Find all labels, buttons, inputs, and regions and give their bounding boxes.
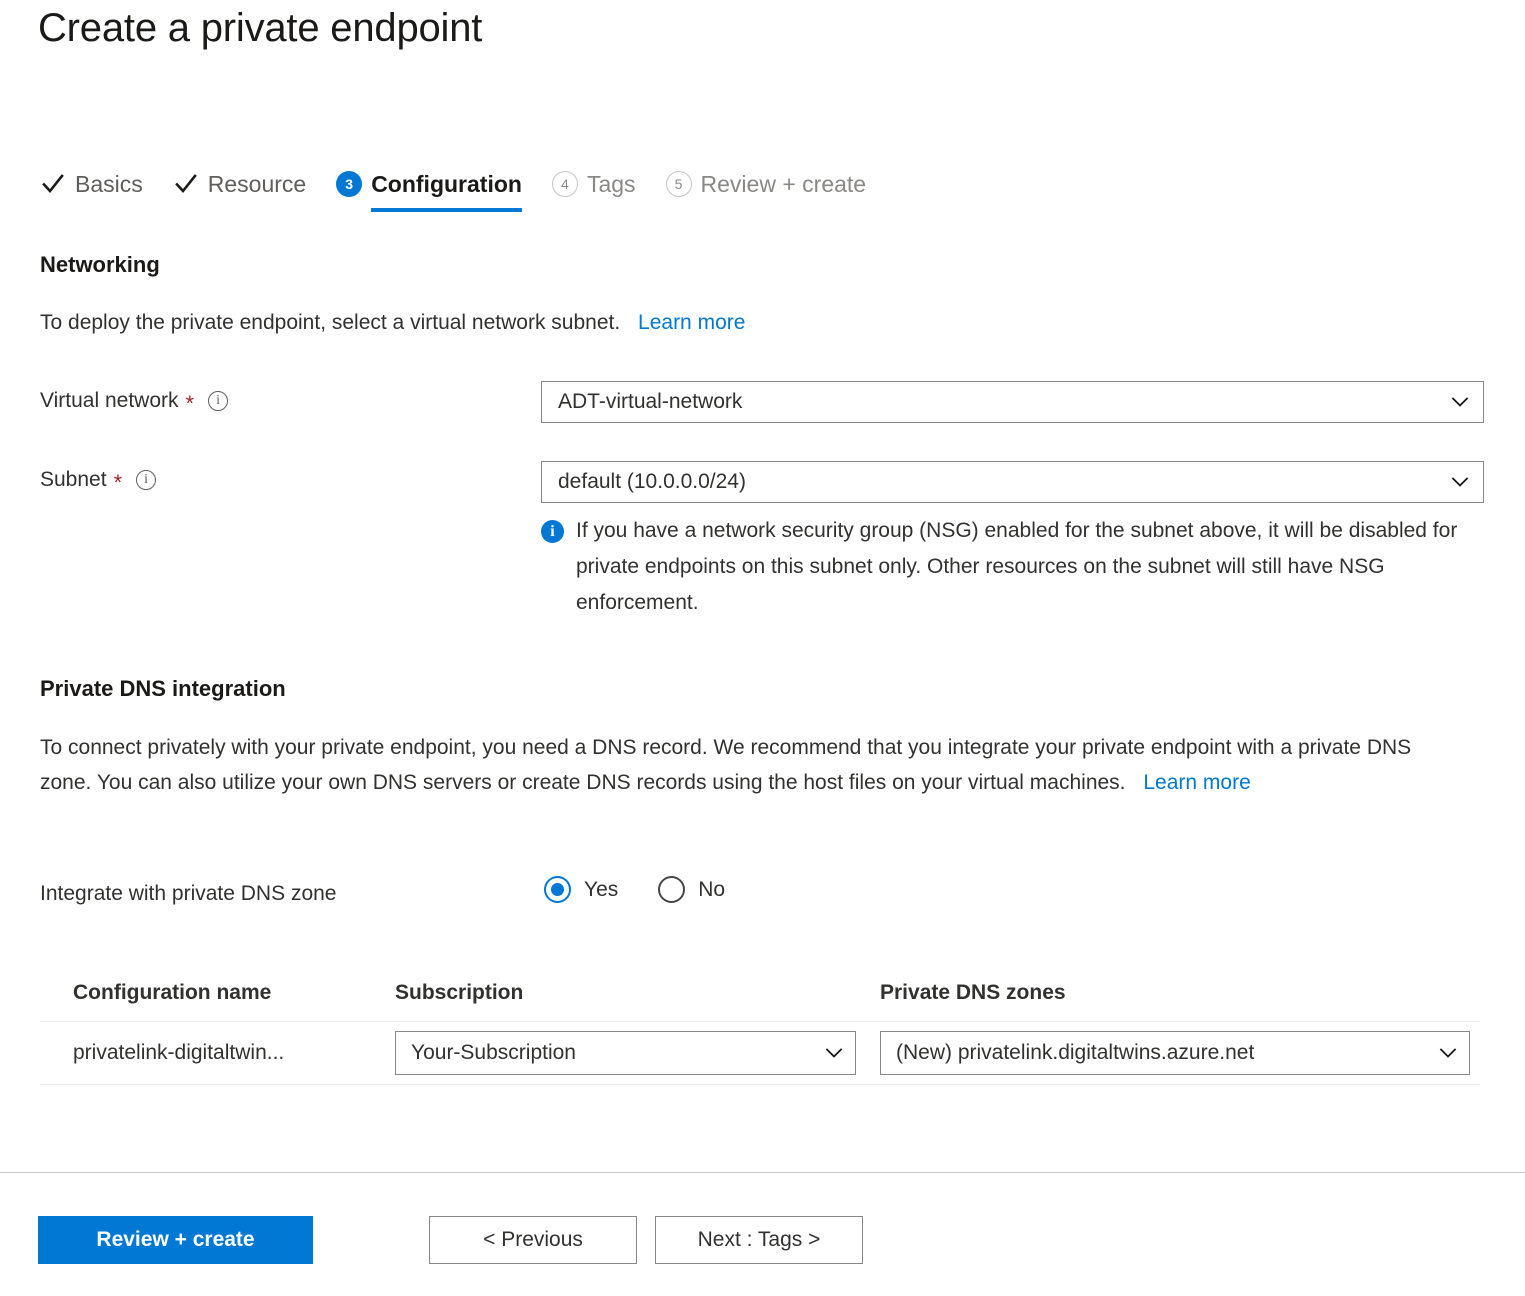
tab-configuration[interactable]: 3 Configuration	[336, 163, 522, 212]
tab-configuration-label: Configuration	[371, 170, 522, 197]
tab-tags-label: Tags	[586, 170, 636, 197]
check-icon	[173, 171, 199, 197]
radio-selected-dot	[551, 883, 564, 896]
column-header-subscription: Subscription	[395, 981, 524, 1004]
networking-description-text: To deploy the private endpoint, select a…	[40, 311, 621, 334]
tab-basics[interactable]: Basics	[40, 163, 143, 207]
tab-resource-label: Resource	[207, 170, 307, 197]
required-indicator: *	[113, 470, 123, 495]
radio-no[interactable]: No	[658, 876, 725, 903]
virtual-network-value: ADT-virtual-network	[558, 390, 743, 413]
cell-configuration-name: privatelink-digitaltwin...	[73, 1041, 285, 1064]
step-number-badge: 5	[665, 171, 692, 197]
networking-description: To deploy the private endpoint, select a…	[40, 305, 745, 340]
virtual-network-label: Virtual network * i	[40, 389, 229, 416]
info-icon[interactable]: i	[136, 470, 157, 490]
cell-subscription: Your-Subscription	[395, 1031, 880, 1075]
integrate-private-dns-radio-group: Yes No	[544, 876, 765, 903]
nsg-info-note-text: If you have a network security group (NS…	[576, 519, 1458, 614]
private-dns-learn-more-link[interactable]: Learn more	[1143, 771, 1250, 794]
step-number-badge: 3	[336, 171, 363, 197]
info-icon[interactable]: i	[208, 391, 229, 411]
subscription-dropdown[interactable]: Your-Subscription	[395, 1031, 856, 1075]
chevron-down-icon	[1437, 1042, 1459, 1064]
virtual-network-label-text: Virtual network	[40, 389, 179, 412]
networking-heading: Networking	[40, 252, 160, 277]
cell-private-dns-zone: (New) privatelink.digitaltwins.azure.net	[880, 1031, 1480, 1075]
column-header-private-dns-zones: Private DNS zones	[880, 981, 1066, 1004]
wizard-footer: Review + create < Previous Next : Tags >	[38, 1216, 863, 1264]
tab-resource[interactable]: Resource	[173, 163, 306, 207]
step-number-badge: 4	[551, 171, 578, 197]
tab-review-create[interactable]: 5 Review + create	[665, 163, 867, 207]
previous-button[interactable]: < Previous	[429, 1216, 637, 1264]
info-icon: i	[541, 520, 564, 543]
private-dns-heading: Private DNS integration	[40, 676, 286, 701]
tab-basics-label: Basics	[75, 170, 143, 197]
radio-yes-label: Yes	[584, 877, 619, 901]
chevron-down-icon	[1449, 471, 1471, 493]
private-dns-zone-value: (New) privatelink.digitaltwins.azure.net	[896, 1041, 1255, 1064]
review-create-button[interactable]: Review + create	[38, 1216, 313, 1264]
table-row: privatelink-digitaltwin... Your-Subscrip…	[40, 1021, 1480, 1085]
check-icon	[40, 171, 66, 197]
chevron-down-icon	[1449, 391, 1471, 413]
integrate-private-dns-label: Integrate with private DNS zone	[40, 882, 336, 906]
subnet-value: default (10.0.0.0/24)	[558, 470, 746, 493]
radio-yes[interactable]: Yes	[544, 876, 618, 903]
radio-no-control	[658, 876, 686, 903]
virtual-network-dropdown[interactable]: ADT-virtual-network	[541, 381, 1484, 423]
tab-tags[interactable]: 4 Tags	[551, 163, 636, 207]
subnet-dropdown[interactable]: default (10.0.0.0/24)	[541, 461, 1484, 503]
subscription-value: Your-Subscription	[411, 1041, 576, 1064]
column-header-configuration-name: Configuration name	[73, 981, 272, 1004]
chevron-down-icon	[823, 1042, 845, 1064]
networking-learn-more-link[interactable]: Learn more	[638, 311, 745, 334]
wizard-tab-list: Basics Resource 3 Configuration 4 Tags 5…	[40, 163, 896, 213]
footer-divider	[0, 1172, 1525, 1173]
next-tags-button[interactable]: Next : Tags >	[655, 1216, 863, 1264]
table-header-row: Configuration name Subscription Private …	[40, 965, 1480, 1021]
required-indicator: *	[185, 391, 195, 416]
integrate-private-dns-label-text: Integrate with private DNS zone	[40, 882, 337, 905]
private-dns-description: To connect privately with your private e…	[40, 730, 1460, 800]
subnet-label-text: Subnet	[40, 468, 107, 491]
private-dns-zones-table: Configuration name Subscription Private …	[40, 965, 1480, 1085]
active-tab-underline	[371, 208, 522, 212]
radio-yes-control	[544, 876, 571, 903]
nsg-info-note: i If you have a network security group (…	[541, 513, 1491, 621]
tab-review-create-label: Review + create	[700, 170, 867, 197]
radio-no-label: No	[698, 877, 726, 901]
page-title: Create a private endpoint	[38, 6, 483, 50]
subnet-label: Subnet * i	[40, 468, 157, 495]
private-dns-zone-dropdown[interactable]: (New) privatelink.digitaltwins.azure.net	[880, 1031, 1470, 1075]
